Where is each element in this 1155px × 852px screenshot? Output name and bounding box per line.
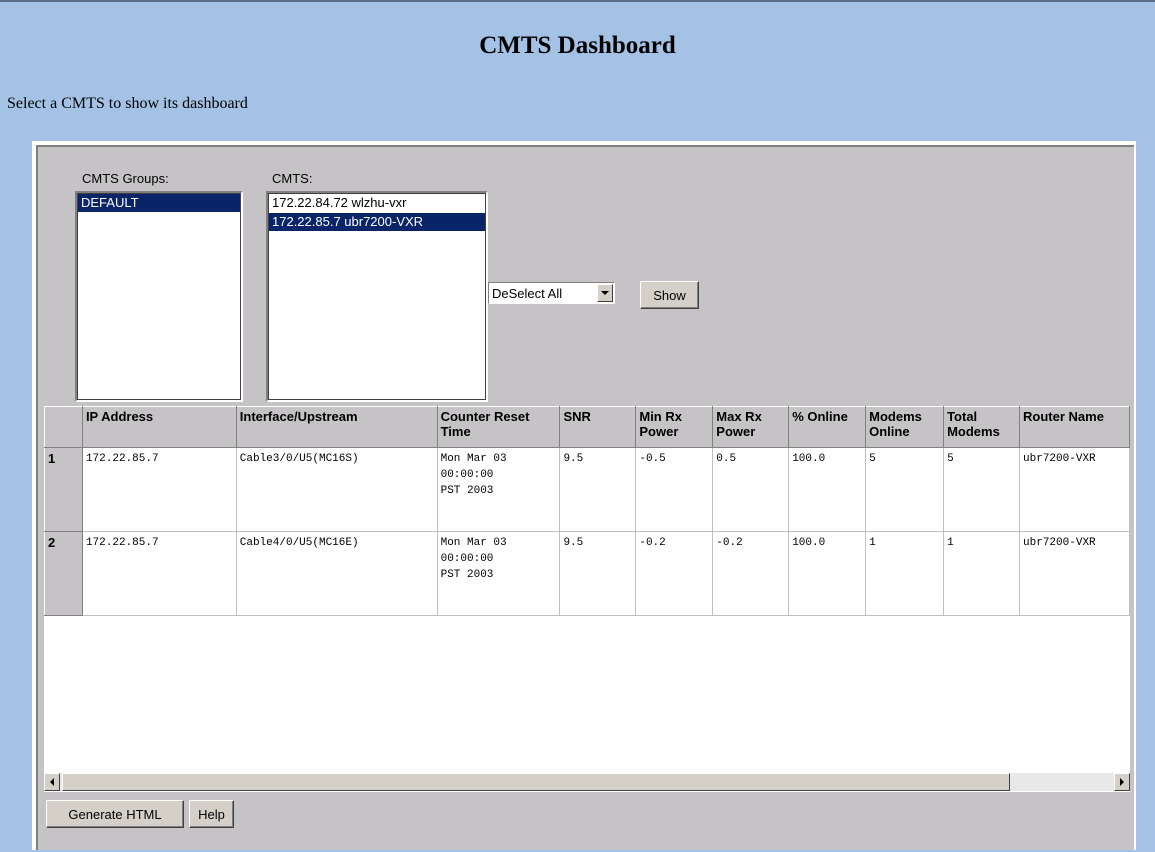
generate-html-button[interactable]: Generate HTML	[46, 800, 184, 828]
cell-pct-online: 100.0	[788, 447, 867, 532]
column-header-max-rx[interactable]: Max Rx Power	[712, 406, 790, 448]
deselect-all-dropdown[interactable]: DeSelect All	[488, 282, 615, 304]
dashboard-table-area: IP Address Interface/Upstream Counter Re…	[44, 406, 1130, 792]
cell-max-rx: -0.2	[712, 531, 790, 616]
cell-min-rx: -0.2	[635, 531, 714, 616]
column-header-counter-reset[interactable]: Counter Reset Time	[436, 406, 561, 448]
cell-counter-reset-line: 00:00:00	[440, 469, 494, 481]
cell-snr: 9.5	[559, 531, 637, 616]
row-number: 2	[44, 531, 83, 616]
cell-pct-online: 100.0	[788, 531, 867, 616]
table-header-row: IP Address Interface/Upstream Counter Re…	[44, 406, 1130, 448]
cell-counter-reset-line: Mon Mar 03	[440, 537, 507, 549]
column-header-snr[interactable]: SNR	[559, 406, 637, 448]
dashboard-applet: CMTS Groups: DEFAULT CMTS: 172.22.84.72 …	[32, 141, 1136, 850]
dashboard-table: IP Address Interface/Upstream Counter Re…	[44, 406, 1130, 616]
column-header-modems-online[interactable]: Modems Online	[865, 406, 945, 448]
cell-ip: 172.22.85.7	[82, 447, 237, 532]
cell-min-rx: -0.5	[635, 447, 714, 532]
cell-modems-online: 1	[865, 531, 945, 616]
cell-router-name: ubr7200-VXR	[1019, 447, 1130, 532]
cmts-group-item-default[interactable]: DEFAULT	[78, 194, 240, 212]
cell-counter-reset-line: Mon Mar 03	[440, 453, 507, 465]
column-header-pct-online[interactable]: % Online	[788, 406, 867, 448]
cell-modems-online: 5	[865, 447, 945, 532]
cell-max-rx: 0.5	[712, 447, 790, 532]
cell-counter-reset-line: 00:00:00	[440, 553, 494, 565]
column-header-router-name[interactable]: Router Name	[1019, 406, 1130, 448]
page-title: CMTS Dashboard	[479, 32, 676, 59]
column-header-min-rx[interactable]: Min Rx Power	[635, 406, 714, 448]
show-button[interactable]: Show	[640, 281, 699, 309]
cmts-item-wlzhu-vxr[interactable]: 172.22.84.72 wlzhu-vxr	[269, 194, 485, 212]
chevron-down-icon[interactable]	[597, 284, 613, 302]
column-header-total-modems[interactable]: Total Modems	[943, 406, 1021, 448]
cell-interface: Cable3/0/U5(MC16S)	[236, 447, 438, 532]
help-button[interactable]: Help	[189, 800, 234, 828]
horizontal-scrollbar[interactable]	[44, 773, 1130, 791]
scrollbar-thumb[interactable]	[62, 773, 1010, 791]
cmts-list[interactable]: 172.22.84.72 wlzhu-vxr 172.22.85.7 ubr72…	[266, 191, 488, 402]
table-row[interactable]: 1 172.22.85.7 Cable3/0/U5(MC16S) Mon Mar…	[44, 447, 1130, 532]
cell-total-modems: 5	[943, 447, 1021, 532]
cell-ip: 172.22.85.7	[82, 531, 237, 616]
row-number-header	[44, 406, 83, 448]
table-row[interactable]: 2 172.22.85.7 Cable4/0/U5(MC16E) Mon Mar…	[44, 531, 1130, 616]
top-border	[0, 0, 1155, 2]
scroll-left-icon[interactable]	[44, 773, 60, 791]
column-header-interface[interactable]: Interface/Upstream	[235, 406, 438, 448]
deselect-all-value: DeSelect All	[492, 286, 563, 301]
cell-counter-reset: Mon Mar 03 00:00:00 PST 2003	[437, 531, 561, 616]
cell-total-modems: 1	[943, 531, 1021, 616]
column-header-ip-address[interactable]: IP Address	[81, 406, 237, 448]
scroll-right-icon[interactable]	[1114, 773, 1130, 791]
cmts-groups-list[interactable]: DEFAULT	[75, 191, 243, 402]
cell-interface: Cable4/0/U5(MC16E)	[236, 531, 438, 616]
cmts-label: CMTS:	[272, 171, 313, 186]
cell-snr: 9.5	[559, 447, 637, 532]
cell-counter-reset-line: PST 2003	[440, 485, 494, 497]
cell-router-name: ubr7200-VXR	[1019, 531, 1130, 616]
cell-counter-reset: Mon Mar 03 00:00:00 PST 2003	[437, 447, 561, 532]
row-number: 1	[44, 447, 83, 532]
cmts-item-ubr7200-vxr[interactable]: 172.22.85.7 ubr7200-VXR	[269, 213, 485, 231]
cell-counter-reset-line: PST 2003	[440, 569, 494, 581]
cmts-groups-label: CMTS Groups:	[82, 171, 169, 186]
dashboard-panel: CMTS Groups: DEFAULT CMTS: 172.22.84.72 …	[36, 145, 1134, 850]
page-subtitle: Select a CMTS to show its dashboard	[7, 95, 248, 112]
